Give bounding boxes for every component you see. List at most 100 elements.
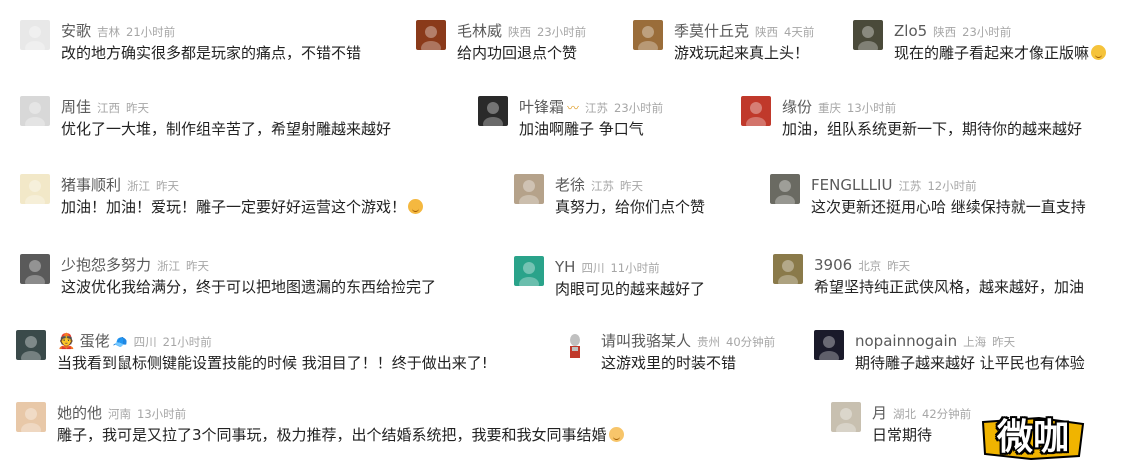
user-photo-icon: [21, 408, 41, 432]
comment-time: 4天前: [784, 25, 815, 39]
avatar[interactable]: [633, 20, 663, 50]
avatar[interactable]: [20, 174, 50, 204]
user-region: 贵州: [697, 335, 721, 349]
user-photo-icon: [483, 102, 503, 126]
user-name[interactable]: YH: [555, 258, 575, 276]
avatar[interactable]: [478, 96, 508, 126]
comment-time: 昨天: [126, 101, 150, 115]
user-name[interactable]: nopainnogain: [855, 332, 957, 350]
comment-header: 老徐 江苏 昨天: [555, 174, 643, 197]
comment-time: 昨天: [887, 259, 911, 273]
user-name[interactable]: 蛋佬: [80, 332, 110, 350]
avatar[interactable]: [20, 96, 50, 126]
avatar[interactable]: [831, 402, 861, 432]
avatar[interactable]: [814, 330, 844, 360]
user-photo-icon: [519, 180, 539, 204]
comment-text: 这波优化我给满分，终于可以把地图遗漏的东西给捡完了: [61, 276, 436, 298]
comment-time: 昨天: [156, 179, 180, 193]
avatar[interactable]: [416, 20, 446, 50]
user-region: 浙江: [157, 259, 181, 273]
user-name[interactable]: Zlo5: [894, 22, 927, 40]
comment-text: 加油，组队系统更新一下，期待你的越来越好: [782, 118, 1082, 140]
comment-header: 安歌 吉林 21小时前: [61, 20, 175, 43]
comment-text: 肉眼可见的越来越好了: [555, 278, 705, 300]
user-region: 陕西: [755, 25, 779, 39]
comment-text: 期待雕子越来越好 让平民也有体验: [855, 352, 1085, 374]
wink-emoji-icon: [1091, 45, 1107, 60]
comment-text: 游戏玩起来真上头！: [674, 42, 809, 64]
user-name[interactable]: 月: [872, 404, 887, 422]
ultraman-icon: [570, 334, 580, 358]
comment-time: 11小时前: [610, 261, 660, 275]
comment-text-content: 期待雕子越来越好 让平民也有体验: [855, 354, 1085, 372]
user-name[interactable]: 季莫什丘克: [674, 22, 749, 40]
user-photo-icon: [25, 102, 45, 126]
user-region: 江西: [97, 101, 121, 115]
avatar[interactable]: [16, 330, 46, 360]
user-region: 浙江: [127, 179, 151, 193]
avatar[interactable]: [514, 174, 544, 204]
comment-time: 21小时前: [126, 25, 176, 39]
avatar[interactable]: [20, 254, 50, 284]
user-name[interactable]: 少抱怨多努力: [61, 256, 151, 274]
comment-header: 月湖北 42分钟前: [872, 402, 971, 425]
comment-text: 这次更新还挺用心哈 继续保持就一直支持: [811, 196, 1086, 218]
comment-text: 当我看到鼠标侧键能设置技能的时候 我泪目了！！终于做出来了!: [57, 352, 488, 374]
user-badge-icon: 🧢: [112, 335, 128, 349]
user-photo-icon: [858, 26, 878, 50]
user-region: 江苏: [591, 179, 615, 193]
avatar[interactable]: [773, 254, 803, 284]
user-name[interactable]: 3906: [814, 256, 852, 274]
avatar[interactable]: [514, 256, 544, 286]
comment-header: 猪事顺利 浙江 昨天: [61, 174, 179, 197]
user-badge-icon: 〰: [567, 101, 580, 115]
comment-header: 缘份 重庆 13小时前: [782, 96, 896, 119]
avatar[interactable]: [560, 330, 590, 360]
comment-text-content: 日常期待: [872, 426, 933, 444]
user-name[interactable]: 老徐: [555, 176, 585, 194]
comment-time: 昨天: [186, 259, 210, 273]
user-name[interactable]: 她的他: [57, 404, 102, 422]
user-photo-icon: [25, 26, 45, 50]
user-photo-icon: [21, 336, 41, 360]
user-photo-icon: [778, 260, 798, 284]
comment-text: 希望坚持纯正武侠风格，越来越好，加油: [814, 276, 1084, 298]
user-region: 陕西: [933, 25, 957, 39]
comment-header: 👲 蛋佬 🧢 四川 21小时前: [57, 330, 212, 353]
comment-time: 昨天: [620, 179, 644, 193]
user-region: 重庆: [818, 101, 842, 115]
user-name[interactable]: 周佳: [61, 98, 91, 116]
user-photo-icon: [836, 408, 856, 432]
user-region: 吉林: [97, 25, 121, 39]
avatar[interactable]: [16, 402, 46, 432]
avatar[interactable]: [20, 20, 50, 50]
comment-time: 40分钟前: [726, 335, 776, 349]
comment-text-content: 加油啊雕子 争口气: [519, 120, 644, 138]
user-name[interactable]: 缘份: [782, 98, 812, 116]
user-name[interactable]: 安歌: [61, 22, 91, 40]
comment-time: 21小时前: [162, 335, 212, 349]
user-region: 陕西: [508, 25, 532, 39]
comment-text: 真努力，给你们点个赞: [555, 196, 705, 218]
comment-text-content: 这波优化我给满分，终于可以把地图遗漏的东西给捡完了: [61, 278, 437, 296]
comment-time: 23小时前: [537, 25, 587, 39]
user-name[interactable]: 毛林威: [457, 22, 502, 40]
watermark-text: 微咖: [996, 417, 1069, 458]
user-name[interactable]: 猪事顺利: [61, 176, 121, 194]
comment-text-content: 改的地方确实很多都是玩家的痛点，不错不错: [61, 44, 362, 62]
happy-emoji-icon: [408, 199, 424, 214]
user-photo-icon: [25, 260, 45, 284]
comment-text-content: 这次更新还挺用心哈 继续保持就一直支持: [811, 198, 1086, 216]
comment-time: 昨天: [992, 335, 1016, 349]
user-name[interactable]: 叶锋霜: [519, 98, 564, 116]
user-name[interactable]: 请叫我骆某人: [601, 332, 691, 350]
comment-text-content: 希望坚持纯正武侠风格，越来越好，加油: [814, 278, 1085, 296]
comment-time: 23小时前: [614, 101, 664, 115]
avatar[interactable]: [741, 96, 771, 126]
avatar[interactable]: [853, 20, 883, 50]
user-name[interactable]: FENGLLLIU: [811, 176, 892, 194]
avatar[interactable]: [770, 174, 800, 204]
comment-header: 请叫我骆某人 贵州 40分钟前: [601, 330, 775, 353]
comment-text: 这游戏里的时装不错: [601, 352, 736, 374]
user-region: 北京: [858, 259, 882, 273]
